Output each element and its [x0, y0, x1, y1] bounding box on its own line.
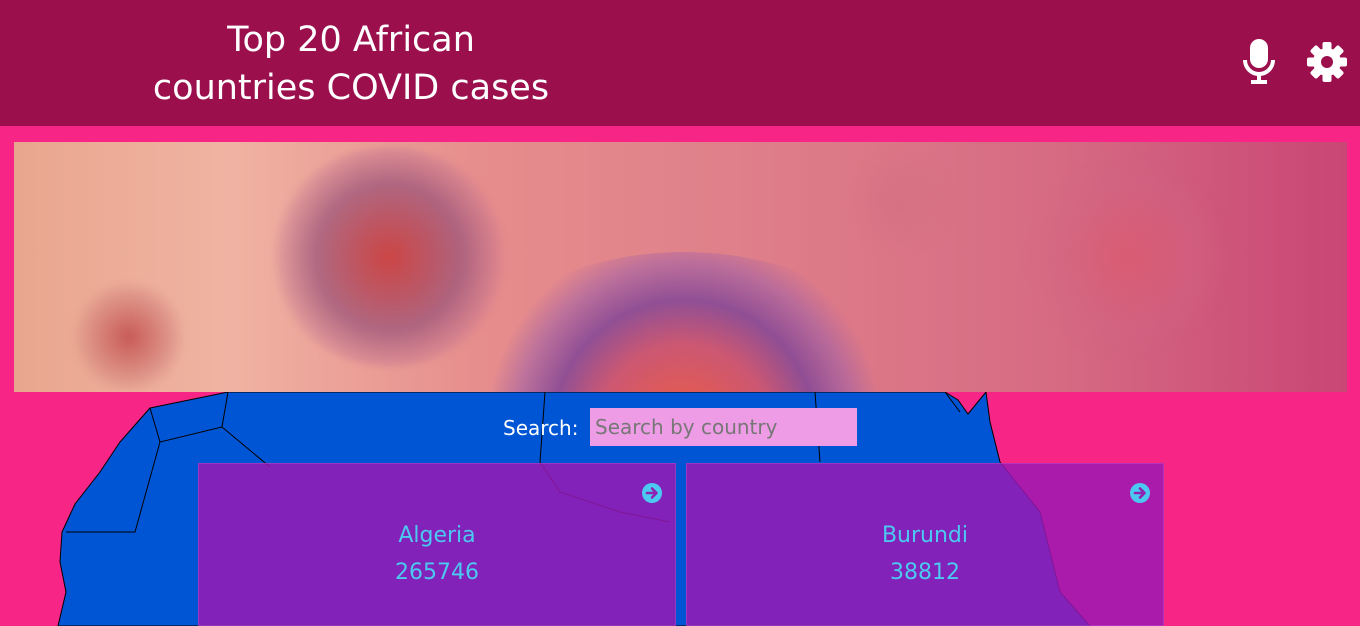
card-case-count: 38812: [890, 560, 960, 585]
virus-blob-left: [269, 147, 509, 367]
gear-icon: [1307, 42, 1347, 82]
title-line-2: countries COVID cases: [152, 68, 550, 108]
virus-blob-center: [454, 252, 914, 392]
virus-blob-far-right: [844, 152, 954, 252]
microphone-icon: [1243, 39, 1275, 84]
virus-blob-right: [1024, 162, 1234, 352]
app-header: Top 20 African countries COVID cases: [0, 0, 1360, 126]
card-country-name: Burundi: [881, 523, 969, 548]
country-card-burundi[interactable]: Burundi 38812: [686, 463, 1164, 626]
page-title: Top 20 African countries COVID cases: [120, 16, 582, 112]
microphone-button[interactable]: [1235, 36, 1283, 88]
settings-button[interactable]: [1303, 36, 1351, 88]
card-country-name: Algeria: [398, 523, 476, 548]
search-input[interactable]: [590, 408, 857, 446]
title-line-1: Top 20 African: [227, 20, 475, 60]
card-case-count: 265746: [395, 560, 479, 585]
search-label: Search:: [503, 416, 579, 440]
covid-banner-image: [14, 142, 1347, 392]
country-card-algeria[interactable]: Algeria 265746: [198, 463, 676, 626]
arrow-circle-right-icon[interactable]: [1129, 482, 1151, 504]
arrow-circle-right-icon[interactable]: [641, 482, 663, 504]
virus-blob-small: [69, 282, 189, 392]
